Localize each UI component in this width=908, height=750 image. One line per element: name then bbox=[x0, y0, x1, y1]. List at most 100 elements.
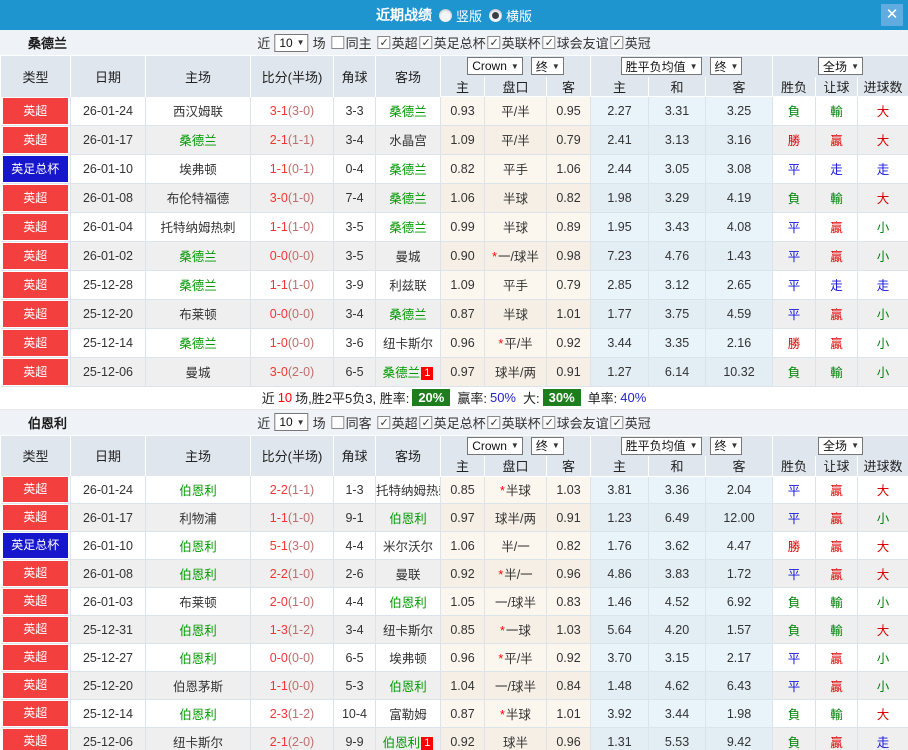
cell-home-team[interactable]: 曼城 bbox=[145, 357, 251, 387]
avg-odds-select[interactable]: 胜平负均值 ▼ bbox=[620, 57, 702, 76]
radio-selected-icon[interactable] bbox=[489, 8, 502, 22]
cell-home-team[interactable]: 桑德兰 bbox=[145, 270, 251, 300]
league-filter-label: 英超 bbox=[391, 415, 418, 431]
cell-home-team[interactable]: 伯恩利 bbox=[145, 699, 251, 729]
cell-away-team[interactable]: 桑德兰 1 bbox=[375, 357, 441, 387]
chevron-down-icon: ▼ bbox=[510, 61, 519, 71]
checkbox-checked-icon[interactable]: ✓ bbox=[377, 36, 391, 49]
cell-home-team[interactable]: 伯恩利 bbox=[145, 531, 251, 561]
checkbox-icon[interactable] bbox=[331, 415, 345, 429]
match-count-select[interactable]: 10 ▼ bbox=[274, 413, 309, 431]
league-filter-checkbox[interactable]: ✓ 英冠 bbox=[610, 413, 651, 432]
chevron-down-icon: ▼ bbox=[730, 441, 739, 451]
cell-home-team[interactable]: 西汉姆联 bbox=[145, 96, 251, 126]
league-filter-checkbox[interactable]: ✓ 英超 bbox=[377, 33, 418, 52]
cell-home-team[interactable]: 托特纳姆热刺 bbox=[145, 212, 251, 242]
cell-avg-home: 1.46 bbox=[590, 587, 649, 617]
cell-home-team[interactable]: 桑德兰 bbox=[145, 241, 251, 271]
cell-away-team[interactable]: 利兹联 bbox=[375, 270, 441, 300]
cell-away-team[interactable]: 伯恩利 bbox=[375, 671, 441, 701]
cell-away-team[interactable]: 伯恩利 1 bbox=[375, 727, 441, 750]
league-filter-checkbox[interactable]: ✓ 英足总杯 bbox=[419, 33, 486, 52]
cell-away-team[interactable]: 埃弗顿 bbox=[375, 643, 441, 673]
cell-home-team[interactable]: 伯恩利 bbox=[145, 643, 251, 673]
bookmaker-select[interactable]: Crown ▼ bbox=[467, 57, 523, 76]
full-time-score: 1-3 bbox=[269, 622, 288, 637]
cell-away-team[interactable]: 米尔沃尔 bbox=[375, 531, 441, 561]
league-filter-checkbox[interactable]: ✓ 球会友谊 bbox=[542, 33, 609, 52]
cell-home-team[interactable]: 伯恩茅斯 bbox=[145, 671, 251, 701]
cell-away-team[interactable]: 富勒姆 bbox=[375, 699, 441, 729]
avg-stage-select[interactable]: 终 ▼ bbox=[709, 436, 743, 455]
cell-league: 英超 bbox=[0, 671, 71, 701]
table-row: 英超 26-01-08 布伦特福德 3-0(1-0) 7-4 桑德兰 1.06 半球 0.82 1… bbox=[0, 183, 908, 213]
close-icon[interactable]: ✕ bbox=[881, 4, 903, 26]
cell-away-team[interactable]: 纽卡斯尔 bbox=[375, 615, 441, 645]
league-filter-label: 英联杯 bbox=[501, 415, 541, 431]
full-time-score: 1-1 bbox=[269, 277, 288, 292]
cell-away-team[interactable]: 桑德兰 bbox=[375, 154, 441, 184]
cell-home-team[interactable]: 布伦特福德 bbox=[145, 183, 251, 213]
cell-league: 英超 bbox=[0, 125, 71, 155]
cell-odds-home: 1.05 bbox=[440, 587, 485, 617]
bookmaker-select[interactable]: Crown ▼ bbox=[467, 436, 523, 455]
handicap-value: 一球 bbox=[505, 624, 531, 639]
odds-stage-select[interactable]: 终 ▼ bbox=[530, 57, 564, 76]
checkbox-icon[interactable] bbox=[331, 36, 345, 49]
odds-stage-select[interactable]: 终 ▼ bbox=[530, 436, 564, 455]
checkbox-checked-icon[interactable]: ✓ bbox=[610, 36, 624, 49]
cell-home-team[interactable]: 布莱顿 bbox=[145, 587, 251, 617]
league-filter-checkbox[interactable]: ✓ 英足总杯 bbox=[419, 413, 486, 432]
cell-avg-away: 2.17 bbox=[705, 643, 774, 673]
league-filter-checkbox[interactable]: ✓ 球会友谊 bbox=[542, 413, 609, 432]
checkbox-checked-icon[interactable]: ✓ bbox=[487, 36, 501, 49]
cell-handicap: 平手 bbox=[484, 270, 547, 300]
cell-away-team[interactable]: 桑德兰 bbox=[375, 299, 441, 329]
avg-stage-select[interactable]: 终 ▼ bbox=[709, 57, 743, 76]
checkbox-checked-icon[interactable]: ✓ bbox=[419, 36, 433, 49]
checkbox-checked-icon[interactable]: ✓ bbox=[542, 415, 556, 429]
cell-away-team[interactable]: 桑德兰 bbox=[375, 96, 441, 126]
cell-home-team[interactable]: 利物浦 bbox=[145, 503, 251, 533]
checkbox-checked-icon[interactable]: ✓ bbox=[487, 415, 501, 429]
cell-away-team[interactable]: 伯恩利 bbox=[375, 587, 441, 617]
cell-home-team[interactable]: 桑德兰 bbox=[145, 125, 251, 155]
cell-home-team[interactable]: 伯恩利 bbox=[145, 615, 251, 645]
scope-select[interactable]: 全场 ▼ bbox=[818, 436, 863, 455]
cell-home-team[interactable]: 布莱顿 bbox=[145, 299, 251, 329]
radio-icon[interactable] bbox=[438, 8, 452, 22]
checkbox-checked-icon[interactable]: ✓ bbox=[419, 415, 433, 429]
checkbox-checked-icon[interactable]: ✓ bbox=[542, 36, 556, 49]
checkbox-checked-icon[interactable]: ✓ bbox=[377, 415, 391, 429]
cell-home-team[interactable]: 纽卡斯尔 bbox=[145, 727, 251, 750]
same-side-filter[interactable]: 同主 bbox=[331, 33, 372, 52]
filters-group: 近 10 ▼ 场 同客 ✓ 英超 ✓ 英足总杯 ✓ 英联杯 ✓ 球会友谊 ✓ 英冠 bbox=[257, 413, 651, 432]
match-count-select[interactable]: 10 ▼ bbox=[274, 33, 309, 52]
league-filter-label: 英联杯 bbox=[501, 36, 541, 51]
cell-home-team[interactable]: 伯恩利 bbox=[145, 476, 251, 505]
league-filter-checkbox[interactable]: ✓ 英联杯 bbox=[487, 33, 541, 52]
cell-away-team[interactable]: 曼城 bbox=[375, 241, 441, 271]
league-filter-label: 英足总杯 bbox=[433, 415, 486, 431]
half-time-score: (2-0) bbox=[287, 364, 315, 379]
layout-radio-vertical[interactable]: 竖版 bbox=[438, 6, 482, 25]
cell-away-team[interactable]: 托特纳姆热刺 bbox=[375, 476, 441, 505]
checkbox-checked-icon[interactable]: ✓ bbox=[610, 415, 624, 429]
avg-odds-select[interactable]: 胜平负均值 ▼ bbox=[620, 436, 702, 455]
cell-home-team[interactable]: 埃弗顿 bbox=[145, 154, 251, 184]
cell-away-team[interactable]: 桑德兰 bbox=[375, 212, 441, 242]
league-filter-checkbox[interactable]: ✓ 英超 bbox=[377, 413, 418, 432]
layout-radio-horizontal[interactable]: 横版 bbox=[489, 6, 532, 25]
cell-home-team[interactable]: 伯恩利 bbox=[145, 559, 251, 589]
cell-away-team[interactable]: 桑德兰 bbox=[375, 183, 441, 213]
scope-select[interactable]: 全场 ▼ bbox=[818, 57, 863, 76]
cell-home-team[interactable]: 桑德兰 bbox=[145, 328, 251, 358]
same-side-filter[interactable]: 同客 bbox=[331, 413, 372, 432]
cell-away-team[interactable]: 曼联 bbox=[375, 559, 441, 589]
league-filter-checkbox[interactable]: ✓ 英冠 bbox=[610, 33, 651, 52]
cell-avg-away: 10.32 bbox=[705, 357, 774, 387]
league-filter-checkbox[interactable]: ✓ 英联杯 bbox=[487, 413, 541, 432]
cell-away-team[interactable]: 纽卡斯尔 bbox=[375, 328, 441, 358]
cell-away-team[interactable]: 伯恩利 bbox=[375, 503, 441, 533]
cell-away-team[interactable]: 水晶宫 bbox=[375, 125, 441, 155]
